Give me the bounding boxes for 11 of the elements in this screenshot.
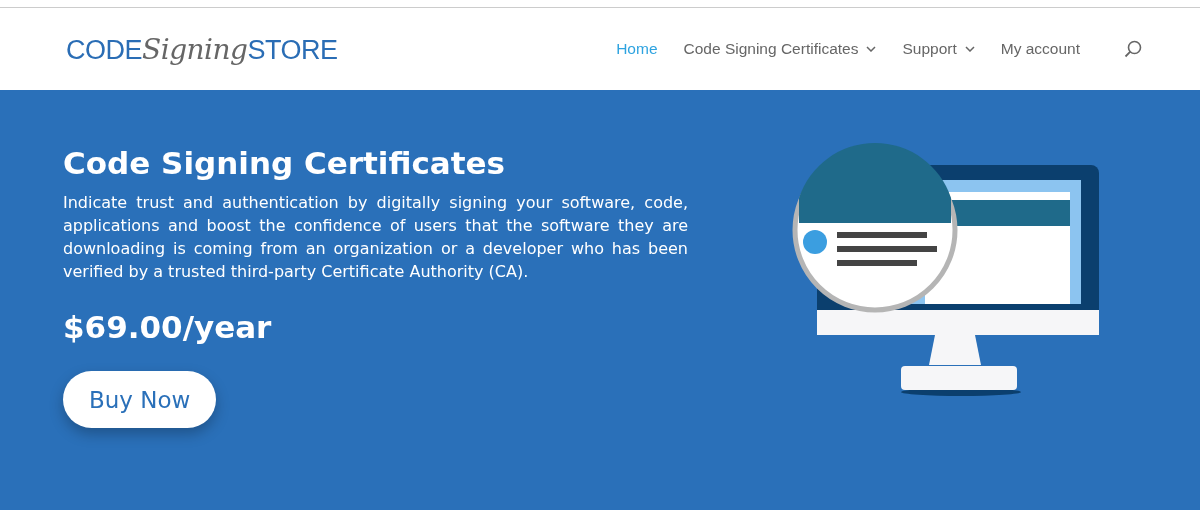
nav-link[interactable]: My account — [1000, 40, 1080, 58]
buy-now-button[interactable]: Buy Now — [63, 371, 217, 428]
nav-link[interactable]: Support — [902, 40, 975, 58]
nav-link[interactable]: Code Signing Certificates — [683, 40, 877, 58]
chevron-down-icon — [866, 46, 877, 52]
chevron-down-icon — [964, 46, 975, 52]
hero-title: Code Signing Certificates — [63, 145, 507, 181]
search-icon[interactable] — [1124, 40, 1142, 58]
hero-description: Indicate trust and authentication by digitally signing your software, code, applications and boost the confidence of users that the software they are downloading is coming from an organization or a developer who has been verified by a trusted third-party Certificate Authority (CA). — [63, 192, 688, 283]
price: $69.00/year — [63, 309, 273, 345]
logo[interactable]: CODESigningSTORE — [66, 32, 338, 66]
